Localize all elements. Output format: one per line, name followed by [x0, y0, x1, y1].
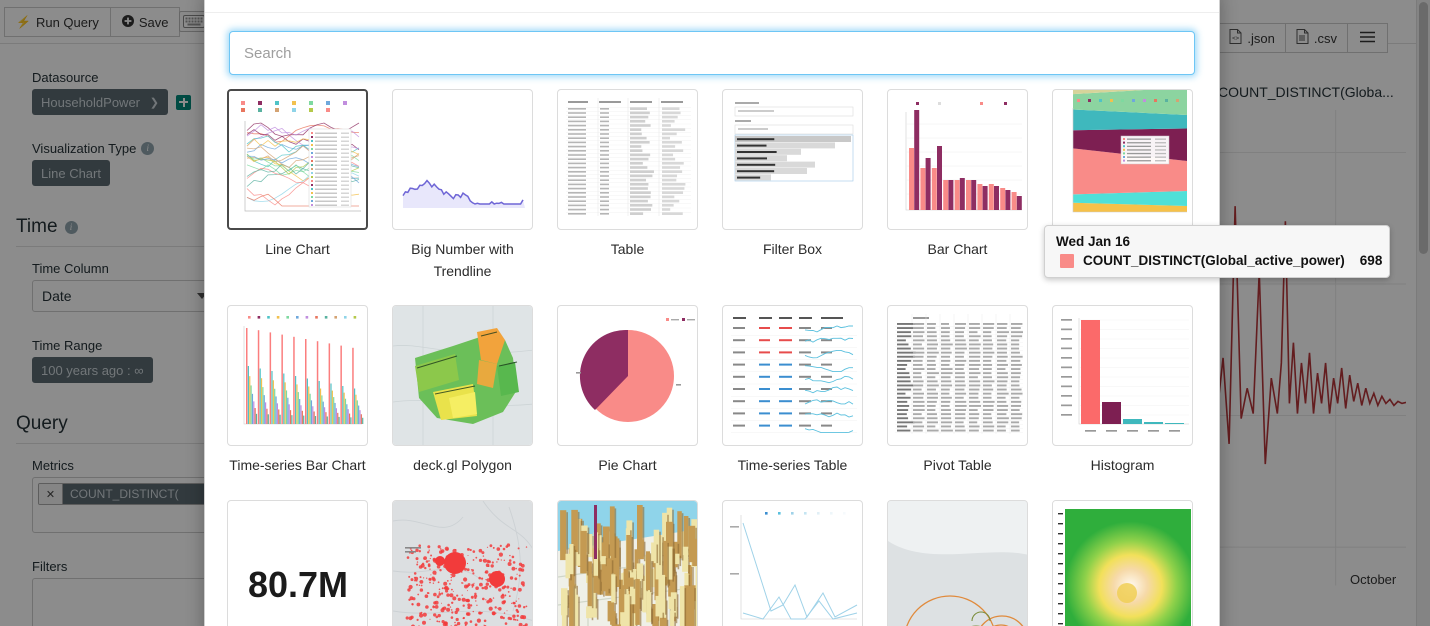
viz-type-card-pivot-table[interactable]: Pivot Table	[887, 305, 1028, 477]
tooltip-series-value: 698	[1359, 253, 1383, 268]
viz-type-card-label: Pivot Table	[923, 457, 992, 474]
heatmap-thumb	[1052, 500, 1193, 626]
area-chart-thumb	[1052, 89, 1193, 230]
viz-type-card-label: Histogram	[1090, 457, 1155, 474]
multi-line-thumb	[722, 500, 863, 626]
viz-type-card-histogram[interactable]: Histogram	[1052, 305, 1193, 477]
scatter-map-thumb	[392, 500, 533, 626]
viz-type-card-label: Pie Chart	[598, 457, 657, 474]
viz-type-card-deck-gl-polygon[interactable]: deck.gl Polygon	[392, 305, 533, 477]
tooltip-series-row: COUNT_DISTINCT(Global_active_power) 698	[1056, 253, 1382, 268]
histogram-thumb	[1052, 305, 1193, 447]
svg-text:80.7M: 80.7M	[248, 564, 348, 605]
viz-type-card-time-series-table[interactable]: Time-series Table	[722, 305, 863, 477]
modal-header	[205, 0, 1219, 13]
big-number-trendline-thumb	[392, 89, 533, 230]
pie-chart-thumb	[557, 305, 698, 447]
viz-type-card-big-number-with-trendline[interactable]: Big Number with Trendline	[392, 89, 533, 282]
deckgl-polygon-thumb	[392, 305, 533, 447]
viz-type-card-label: Time-series Table	[737, 457, 848, 474]
arc-map-thumb	[887, 500, 1028, 626]
table-thumb	[557, 89, 698, 230]
viz-type-card-table[interactable]: Table	[557, 89, 698, 282]
pivot-table-thumb	[887, 305, 1028, 447]
viz-type-card-filter-box[interactable]: Filter Box	[722, 89, 863, 282]
modal-body: Line Chart Big Number with Trendline Table…	[205, 13, 1219, 626]
viz-type-card-label: Time-series Bar Chart	[229, 457, 366, 474]
viz-type-card-time-series-bar-chart[interactable]: Time-series Bar Chart	[227, 305, 368, 477]
viz-type-card-label: Filter Box	[762, 241, 823, 257]
viz-type-card-multi-line[interactable]	[722, 500, 863, 626]
timeseries-bar-chart-thumb	[227, 305, 368, 447]
viz-type-card-label: Table	[610, 241, 645, 257]
timeseries-table-thumb	[722, 305, 863, 447]
viz-type-card-big-number[interactable]: 80.7M	[227, 500, 368, 626]
viz-type-card-heatmap[interactable]	[1052, 500, 1193, 626]
big-number-thumb: 80.7M	[227, 500, 368, 626]
viz-type-card-bar-chart[interactable]: Bar Chart	[887, 89, 1028, 282]
tooltip-series-name: COUNT_DISTINCT(Global_active_power)	[1083, 253, 1345, 268]
deckgl-grid-thumb	[557, 500, 698, 626]
viz-type-card-deckgl-grid[interactable]	[557, 500, 698, 626]
chart-tooltip: Wed Jan 16 COUNT_DISTINCT(Global_active_…	[1044, 225, 1390, 278]
search-input[interactable]	[229, 31, 1195, 75]
viz-type-card-scatter-map[interactable]	[392, 500, 533, 626]
line-chart-thumb	[227, 89, 368, 230]
visualization-type-modal: Line Chart Big Number with Trendline Table…	[204, 0, 1220, 626]
search-section	[227, 25, 1197, 89]
viz-type-card-arc-map[interactable]	[887, 500, 1028, 626]
viz-type-card-label: Line Chart	[265, 241, 330, 257]
viz-type-card-line-chart[interactable]: Line Chart	[227, 89, 368, 282]
bar-chart-thumb	[887, 89, 1028, 230]
viz-type-card-label: deck.gl Polygon	[413, 457, 512, 474]
tooltip-date: Wed Jan 16	[1056, 234, 1131, 249]
visualization-type-grid: Line Chart Big Number with Trendline Table…	[227, 89, 1197, 626]
viz-type-card-label: Big Number with Trendline	[411, 241, 514, 279]
filter-box-thumb	[722, 89, 863, 230]
viz-type-card-pie-chart[interactable]: Pie Chart	[557, 305, 698, 477]
tooltip-color-swatch	[1060, 253, 1074, 268]
viz-type-card-label: Bar Chart	[927, 241, 988, 257]
